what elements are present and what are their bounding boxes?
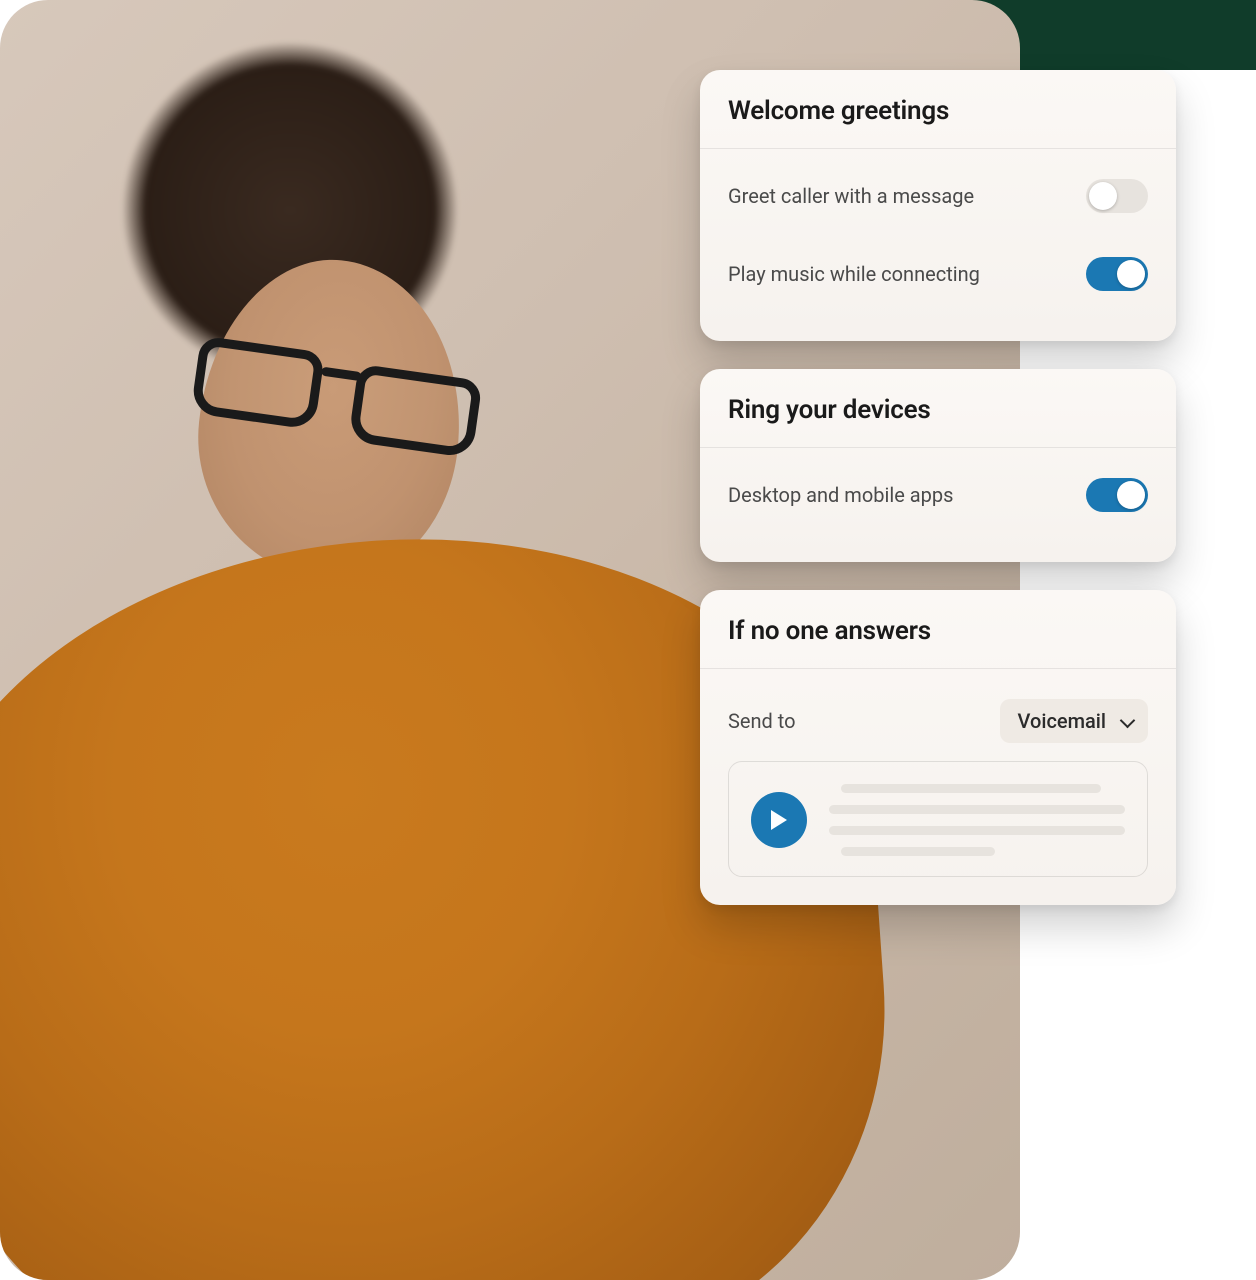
voicemail-player xyxy=(728,761,1148,877)
card-ring-devices: Ring your devices Desktop and mobile app… xyxy=(700,369,1176,562)
send-to-select[interactable]: Voicemail xyxy=(1000,699,1148,743)
toggle-knob xyxy=(1117,260,1145,288)
card-title: If no one answers xyxy=(728,616,1148,646)
setting-row-greet-caller: Greet caller with a message xyxy=(728,157,1148,235)
play-button[interactable] xyxy=(751,792,807,848)
toggle-greet-caller[interactable] xyxy=(1086,179,1148,213)
setting-label: Play music while connecting xyxy=(728,262,980,286)
setting-label: Greet caller with a message xyxy=(728,184,974,208)
setting-row-play-music: Play music while connecting xyxy=(728,235,1148,313)
card-title: Ring your devices xyxy=(728,395,1148,425)
toggle-play-music[interactable] xyxy=(1086,257,1148,291)
chevron-down-icon xyxy=(1120,714,1134,728)
play-icon xyxy=(769,809,789,831)
setting-row-send-to: Send to Voicemail xyxy=(728,677,1148,761)
setting-label: Desktop and mobile apps xyxy=(728,483,953,507)
card-welcome-greetings: Welcome greetings Greet caller with a me… xyxy=(700,70,1176,341)
card-no-answer: If no one answers Send to Voicemail xyxy=(700,590,1176,905)
setting-row-desktop-mobile: Desktop and mobile apps xyxy=(728,456,1148,534)
audio-waveform-placeholder xyxy=(829,784,1125,856)
setting-label: Send to xyxy=(728,709,796,733)
card-title: Welcome greetings xyxy=(728,96,1148,126)
toggle-knob xyxy=(1117,481,1145,509)
toggle-knob xyxy=(1089,182,1117,210)
toggle-desktop-mobile[interactable] xyxy=(1086,478,1148,512)
select-value: Voicemail xyxy=(1018,709,1106,733)
